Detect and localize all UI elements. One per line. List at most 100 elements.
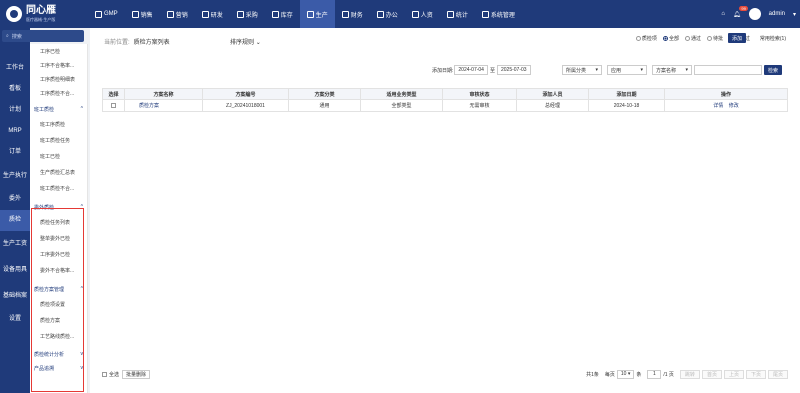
purpose-filter: 应用 ▾ — [607, 65, 647, 75]
sub-nav-item[interactable]: 工序质检不合... — [30, 86, 87, 100]
system-icon — [481, 10, 489, 18]
breadcrumb: 当前位置: 质检方案列表 — [104, 40, 170, 46]
nav-purchase[interactable]: 采购 — [230, 0, 265, 28]
page-input[interactable]: 1 — [647, 369, 662, 379]
page-title: 质检方案列表 — [133, 40, 170, 46]
detail-link[interactable]: 详情 — [713, 103, 723, 109]
search-button[interactable]: 检索 — [764, 65, 783, 75]
radio-pending[interactable]: 待批 — [706, 35, 723, 42]
col-creator: 添加人员 — [516, 88, 589, 100]
batch-delete-button[interactable]: 批量删除 — [122, 369, 151, 379]
nav-finance[interactable]: 财务 — [335, 0, 370, 28]
main-menu: GMP 销售 营销 研发 采购 库存 生产 财务 办公 人资 统计 系统管理 — [88, 0, 522, 28]
left-nav-equipment[interactable]: 设备用具 — [0, 257, 30, 283]
radio-all[interactable]: 全部 — [662, 35, 679, 42]
row-checkbox[interactable] — [111, 102, 116, 108]
scheme-biz-type: 全部类型 — [360, 99, 443, 112]
chevron-up-icon: ^ — [80, 106, 83, 112]
nav-rnd[interactable]: 研发 — [195, 0, 230, 28]
left-nav-mrp[interactable]: MRP — [0, 121, 30, 142]
nav-sales[interactable]: 销售 — [125, 0, 160, 28]
table-footer: 全选 批量删除 共1条 每页 10 ▾ 条 1 /1 页 跳转 首页 上页 下页… — [102, 368, 788, 380]
chevron-down-icon: ▾ — [685, 67, 688, 73]
category-filter: 所属分类 ▾ — [562, 65, 602, 75]
left-nav-workbench[interactable]: 工作台 — [0, 58, 30, 79]
scheme-name-link[interactable]: 质检方案 — [124, 99, 203, 112]
sub-nav-item[interactable]: 班工质检不合... — [30, 180, 87, 196]
sub-nav-item[interactable]: 班工序质检 — [30, 116, 87, 132]
sub-nav-item[interactable]: 班工已检 — [30, 148, 87, 164]
left-nav-base-files[interactable]: 基础档案 — [0, 283, 30, 309]
add-button[interactable]: 添加 — [727, 33, 746, 43]
avatar[interactable] — [748, 8, 761, 20]
purpose-select[interactable]: 应用 ▾ — [607, 65, 647, 75]
edit-link[interactable]: 修改 — [729, 103, 739, 109]
col-select: 选择 — [102, 88, 125, 100]
bell-icon[interactable]: 🔔︎ — [733, 11, 741, 18]
next-page-button[interactable]: 下页 — [745, 369, 766, 379]
category-select[interactable]: 所属分类 ▾ — [562, 65, 602, 75]
left-nav-quality[interactable]: 质检 — [0, 210, 30, 231]
sub-nav-item[interactable]: 生产质检汇总表 — [30, 164, 87, 180]
stats-icon — [446, 10, 454, 18]
left-nav-plan[interactable]: 计划 — [0, 100, 30, 121]
sub-nav-item[interactable]: 工序不合格率... — [30, 58, 87, 72]
prev-page-button[interactable]: 上页 — [723, 369, 744, 379]
nav-hr[interactable]: 人资 — [405, 0, 440, 28]
keyword-input[interactable] — [694, 65, 762, 75]
sales-icon — [131, 10, 139, 18]
sort-dropdown[interactable]: 排序规则 ⌄ — [230, 37, 261, 46]
scheme-date: 2024-10-18 — [588, 99, 665, 112]
select-all-checkbox[interactable] — [102, 371, 107, 377]
scheme-table: 选择 方案名称 方案编号 方案分类 适用业务类型 审核状态 添加人员 添加日期 … — [102, 88, 788, 112]
nav-system[interactable]: 系统管理 — [475, 0, 522, 28]
select-all-label[interactable]: 全选 — [109, 371, 119, 378]
last-page-button[interactable]: 尾页 — [767, 369, 788, 379]
col-code: 方案编号 — [202, 88, 289, 100]
left-nav-execution[interactable]: 生产执行 — [0, 163, 30, 189]
radio-qc-item[interactable]: 质检项 — [635, 35, 657, 42]
nav-stats[interactable]: 统计 — [440, 0, 475, 28]
nav-inventory[interactable]: 库存 — [265, 0, 300, 28]
nav-search-input[interactable]: ⌕ 搜索 — [2, 30, 84, 42]
chevron-down-icon: ▾ — [595, 67, 598, 73]
finance-icon — [341, 10, 349, 18]
nav-marketing[interactable]: 营销 — [160, 0, 195, 28]
chevron-down-icon[interactable]: ▾ — [793, 11, 796, 18]
highlight-box — [31, 208, 84, 392]
nav-production[interactable]: 生产 — [299, 0, 335, 28]
field-select[interactable]: 方案名称 ▾ — [652, 65, 692, 75]
sub-nav-group-team-qc[interactable]: 班工质检 ^ — [30, 102, 87, 116]
col-biz-type: 适用业务类型 — [360, 88, 443, 100]
nav-office[interactable]: 办公 — [370, 0, 405, 28]
left-nav-settings[interactable]: 设置 — [0, 309, 30, 330]
user-name[interactable]: admin — [769, 11, 785, 17]
table-header-row: 选择 方案名称 方案编号 方案分类 适用业务类型 审核状态 添加人员 添加日期 … — [102, 88, 788, 100]
per-page-select[interactable]: 10 ▾ — [616, 369, 635, 379]
scheme-creator: 总经理 — [516, 99, 589, 112]
marketing-icon — [166, 10, 174, 18]
common-search-link[interactable]: 常用检索(1) — [760, 35, 786, 42]
left-nav-wages[interactable]: 生产工资 — [0, 231, 30, 257]
date-from-field[interactable]: 2024-07-04 — [454, 65, 488, 75]
nav-gmp[interactable]: GMP — [88, 0, 125, 28]
first-page-button[interactable]: 首页 — [701, 369, 722, 379]
jump-button[interactable]: 跳转 — [679, 369, 700, 379]
chevron-down-icon: ⌄ — [255, 40, 261, 46]
sub-nav-item[interactable]: 工序质检明细表 — [30, 72, 87, 86]
table-row: 质检方案 ZJ_20241018001 通用 全部类型 无需审核 总经理 202… — [102, 99, 788, 112]
left-nav-orders[interactable]: 订单 — [0, 142, 30, 163]
sub-nav-item[interactable]: 工序已检 — [30, 44, 87, 58]
home-icon[interactable]: ⌂ — [721, 11, 725, 17]
date-to-field[interactable]: 2025-07-03 — [496, 65, 531, 75]
scheme-code: ZJ_20241018001 — [202, 99, 289, 112]
left-nav-dashboard[interactable]: 看板 — [0, 79, 30, 100]
sub-nav-item[interactable]: 班工质检任务 — [30, 132, 87, 148]
rnd-icon — [201, 10, 209, 18]
left-nav-outsource[interactable]: 委外 — [0, 189, 30, 210]
logo-icon — [6, 6, 22, 22]
chevron-down-icon: ▾ — [640, 67, 643, 73]
brand-logo[interactable]: 同心雁 医疗器械·生产版 — [0, 0, 88, 28]
office-icon — [376, 10, 384, 18]
radio-passed[interactable]: 通过 — [684, 35, 701, 42]
